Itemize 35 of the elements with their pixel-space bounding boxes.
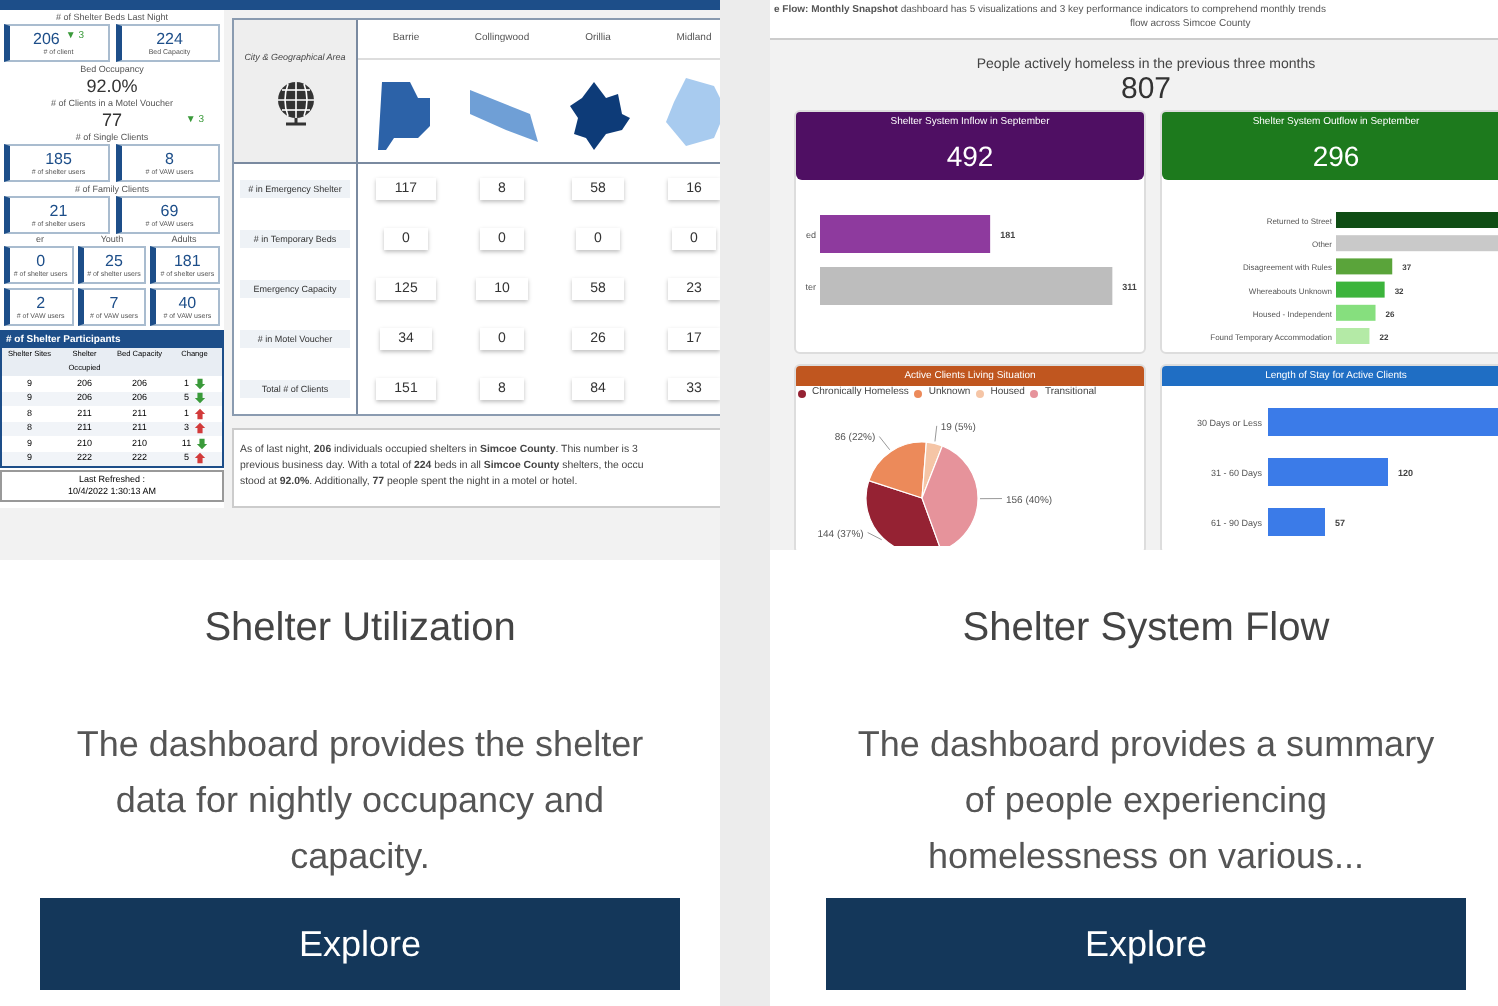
leader-line <box>878 436 891 451</box>
card-description: The dashboard provides the shelter data for nightly occupancy and capacity. <box>74 722 646 880</box>
kpi-value: 492 <box>796 132 1144 180</box>
kpi-value: 185 <box>45 149 72 167</box>
card-description: The dashboard provides a summary of people experiencing homelessness on various... <box>855 722 1437 880</box>
kpi-value: 2 <box>36 293 46 311</box>
kpi-value: 69 <box>160 201 179 219</box>
bar <box>1336 304 1376 321</box>
kpi-value: 0 <box>36 251 46 269</box>
kpi-value: 40 <box>178 293 197 311</box>
card-title: Shelter Utilization <box>202 604 518 654</box>
card-title: Shelter System Flow <box>960 604 1332 654</box>
kpi-value: 8 <box>165 149 174 167</box>
leader-line <box>979 498 1003 500</box>
kpi-value: 7 <box>109 293 119 311</box>
up-arrow-icon <box>193 452 205 465</box>
leader-line <box>867 532 883 541</box>
kpi-value: 224 <box>156 29 183 47</box>
leader-line <box>934 425 938 442</box>
bar <box>1268 508 1325 536</box>
bar <box>1268 458 1388 486</box>
kpi-value: 181 <box>173 251 201 269</box>
kpi-value: 77 <box>101 110 122 130</box>
kpi-value: 296 <box>1162 132 1498 180</box>
kpi-value: 206 <box>33 29 60 47</box>
explore-button[interactable]: Explore <box>826 898 1466 990</box>
kpi-value: 92.0% <box>86 76 138 96</box>
headline-value: 807 <box>1120 74 1172 106</box>
kpi-value: 25 <box>105 251 123 269</box>
kpi-value: 21 <box>49 201 68 219</box>
explore-button[interactable]: Explore <box>40 898 680 990</box>
bar <box>1336 281 1385 298</box>
bar <box>1336 258 1393 275</box>
bar <box>1336 328 1370 344</box>
down-arrow-icon <box>195 437 208 450</box>
